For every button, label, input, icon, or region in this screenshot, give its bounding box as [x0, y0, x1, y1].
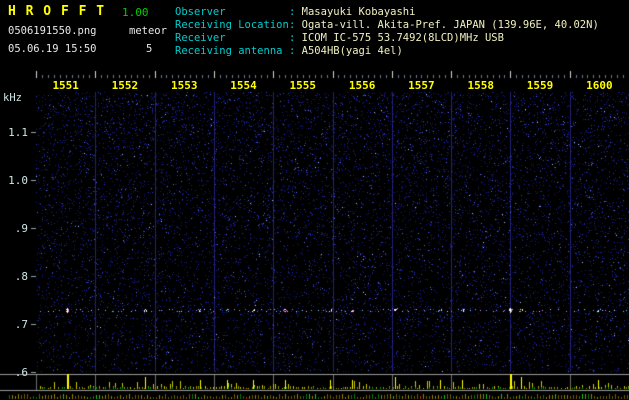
freq-tick-label: .6 — [14, 366, 28, 379]
info-colon: : — [289, 6, 302, 18]
info-colon: : — [289, 19, 302, 31]
time-label: 1552 — [111, 79, 139, 92]
freq-tick-label: .9 — [14, 222, 28, 235]
capture-filename: 0506191550.png — [8, 25, 97, 37]
freq-tick-label: 1.0 — [8, 174, 28, 187]
freq-tick-label: .7 — [14, 318, 28, 331]
app-logo: H R O F F T — [8, 4, 106, 19]
info-label: Receiving antenna — [175, 45, 283, 57]
station-info-row: Receiving antenna: A504HB(yagi 4el) — [175, 45, 599, 58]
info-label: Receiving Location — [175, 19, 289, 31]
time-label: 1557 — [408, 79, 435, 92]
station-info-row: Observer: Masayuki Kobayashi — [175, 6, 599, 19]
meteor-count: 5 — [146, 43, 153, 55]
time-label: 1554 — [230, 79, 257, 92]
info-colon: : — [289, 32, 302, 44]
app-version: 1.00 — [122, 6, 149, 19]
spectrogram-canvas — [0, 0, 629, 400]
station-info-row: Receiver: ICOM IC-575 53.7492(8LCD)MHz U… — [175, 32, 599, 45]
hrofft-screen: H R O F F T 1.00 0506191550.png meteor 0… — [0, 0, 629, 400]
time-label: 1559 — [526, 79, 554, 92]
time-label: 1551 — [52, 79, 79, 92]
info-colon: : — [289, 45, 302, 57]
info-value: Ogata-vill. Akita-Pref. JAPAN (139.96E, … — [301, 19, 599, 31]
time-label: 1555 — [289, 79, 317, 92]
time-label: 1558 — [467, 79, 495, 92]
info-label: Receiver — [175, 32, 226, 44]
info-value: A504HB(yagi 4el) — [301, 45, 403, 57]
info-value: ICOM IC-575 53.7492(8LCD)MHz USB — [301, 32, 504, 44]
station-info: Observer: Masayuki Kobayashi Receiving Lo… — [175, 6, 599, 58]
info-value: Masayuki Kobayashi — [301, 6, 416, 18]
freq-tick-label: .8 — [14, 270, 28, 283]
capture-datetime: 05.06.19 15:50 — [8, 43, 97, 55]
time-label: 1600 — [586, 79, 613, 92]
mode-label: meteor — [129, 25, 167, 37]
station-info-row: Receiving Location: Ogata-vill. Akita-Pr… — [175, 19, 599, 32]
info-label: Observer — [175, 6, 226, 18]
time-label: 1553 — [171, 79, 198, 92]
freq-tick-label: 1.1 — [8, 126, 28, 139]
freq-unit-label: kHz — [3, 92, 22, 104]
time-label: 1556 — [348, 79, 376, 92]
